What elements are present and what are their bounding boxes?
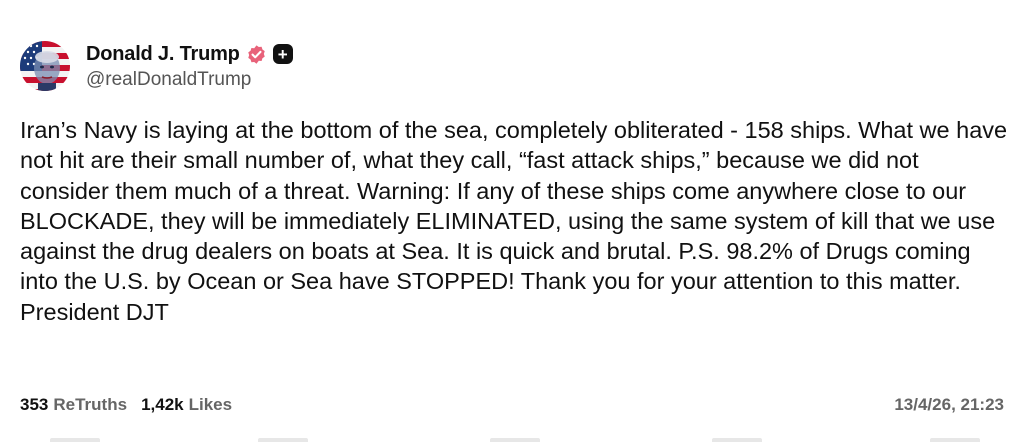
action-tab-edge — [930, 438, 980, 442]
display-name[interactable]: Donald J. Trump — [86, 43, 240, 66]
author-handle[interactable]: @realDonaldTrump — [86, 69, 293, 91]
verified-badge-icon — [246, 44, 267, 65]
retruths-stat[interactable]: 353 ReTruths — [20, 395, 127, 415]
likes-stat[interactable]: 1,42k Likes — [141, 395, 232, 415]
avatar[interactable] — [20, 41, 70, 91]
action-tab-edge — [258, 438, 308, 442]
action-bar-edge — [0, 438, 1024, 442]
post-timestamp[interactable]: 13/4/26, 21:23 — [894, 395, 1004, 415]
retruths-count: 353 — [20, 395, 49, 414]
action-tab-edge — [490, 438, 540, 442]
post-text: Iran’s Navy is laying at the bottom of t… — [20, 117, 1008, 325]
plus-icon: + — [277, 44, 288, 64]
retruths-label: ReTruths — [53, 395, 128, 414]
likes-label: Likes — [188, 395, 233, 414]
action-tab-edge — [50, 438, 100, 442]
post-footer: 353 ReTruths 1,42k Likes 13/4/26, 21:23 — [20, 390, 1004, 420]
name-row: Donald J. Trump + — [86, 41, 293, 67]
action-tab-edge — [712, 438, 762, 442]
avatar-image — [20, 41, 70, 91]
author-identity: Donald J. Trump + @realDonaldTrump — [86, 41, 293, 91]
truth-post: Donald J. Trump + @realDonaldTrump Iran’… — [0, 0, 1024, 442]
post-header: Donald J. Trump + @realDonaldTrump — [20, 40, 293, 92]
follow-button[interactable]: + — [272, 44, 293, 64]
likes-count: 1,42k — [141, 395, 184, 414]
